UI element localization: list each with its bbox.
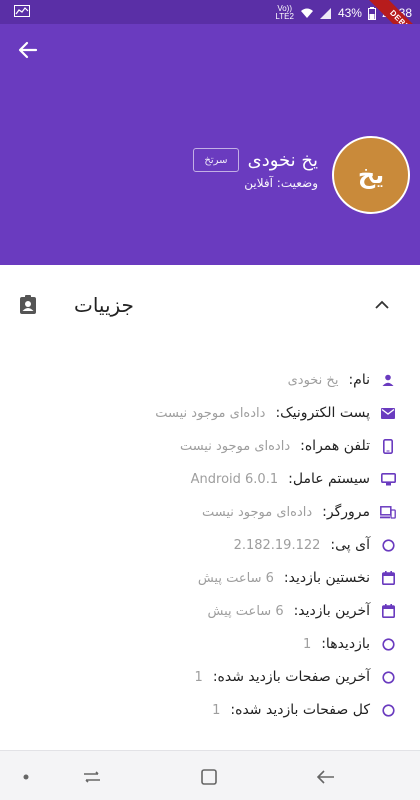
- circle-icon: [380, 702, 396, 718]
- home-square-icon: [201, 769, 217, 785]
- detail-row-browser: مرورگر: داده‌ای موجود نیست: [202, 501, 396, 523]
- user-name: یخ نخودی: [247, 150, 318, 171]
- activity-icon: [14, 5, 30, 17]
- person-icon: [380, 372, 396, 388]
- avatar: یخ: [332, 136, 410, 214]
- back-arrow-icon: [317, 770, 334, 784]
- detail-value: 1: [194, 669, 203, 685]
- detail-label: نام:: [348, 372, 370, 388]
- network-label: Vo)) LTE2: [275, 4, 294, 21]
- detail-value: داده‌ای موجود نیست: [155, 405, 266, 421]
- detail-label: نخستین بازدید:: [283, 570, 370, 586]
- back-button[interactable]: [12, 34, 44, 66]
- detail-row-email: پست الکترونیک: داده‌ای موجود نیست: [155, 402, 396, 424]
- detail-value: Android 6.0.1: [190, 471, 279, 487]
- arrow-back-icon: [18, 41, 38, 59]
- calendar-icon: [380, 603, 396, 619]
- detail-label: کل صفحات بازدید شده:: [230, 702, 370, 718]
- mail-icon: [380, 405, 396, 421]
- devices-icon: [380, 504, 396, 520]
- detail-row-last-pages: آخرین صفحات بازدید شده: 1: [195, 666, 396, 688]
- detail-row-phone: تلفن همراه: داده‌ای موجود نیست: [180, 435, 396, 457]
- collapse-button[interactable]: [370, 293, 394, 317]
- detail-label: بازدیدها:: [321, 636, 370, 652]
- user-status: وضعیت: آفلاین: [244, 176, 318, 190]
- battery-percent: 43%: [337, 6, 362, 20]
- detail-row-ip: آی پی: 2.182.19.122: [234, 534, 396, 556]
- detail-value: 1: [212, 702, 221, 718]
- signal-icon: [319, 7, 331, 19]
- detail-row-visits: بازدیدها: 1: [303, 633, 396, 655]
- detail-label: پست الکترونیک:: [275, 405, 370, 421]
- detail-value: 6 ساعت پیش: [197, 570, 274, 586]
- detail-value: 6 ساعت پیش: [207, 603, 284, 619]
- detail-label: آخرین بازدید:: [293, 603, 370, 619]
- nav-dot-button[interactable]: [12, 763, 40, 791]
- recent-apps-button[interactable]: [78, 763, 106, 791]
- calendar-icon: [380, 570, 396, 586]
- detail-label: آی پی:: [330, 537, 370, 553]
- contact-card-icon: [20, 295, 36, 314]
- detail-value: 2.182.19.122: [233, 537, 321, 553]
- detail-row-last-visit: آخرین بازدید: 6 ساعت پیش: [208, 600, 396, 622]
- detail-row-os: سیستم عامل: Android 6.0.1: [191, 468, 396, 490]
- circle-icon: [380, 636, 396, 652]
- circle-icon: [380, 537, 396, 553]
- chevron-up-icon: [375, 300, 389, 309]
- visitor-chip[interactable]: سرتخ: [193, 148, 239, 172]
- system-back-button[interactable]: [312, 763, 340, 791]
- detail-label: آخرین صفحات بازدید شده:: [212, 669, 370, 685]
- detail-value: یخ نخودی: [287, 372, 339, 388]
- recents-icon: [84, 771, 100, 783]
- detail-row-name: نام: یخ نخودی: [288, 369, 396, 391]
- detail-value: داده‌ای موجود نیست: [179, 438, 291, 454]
- detail-value: 1: [302, 636, 312, 652]
- detail-label: تلفن همراه:: [300, 438, 370, 454]
- details-card: جزییات نام: یخ نخودی پست الکترونیک: داده…: [0, 265, 420, 750]
- profile-header: سرتخ یخ نخودی وضعیت: آفلاین یخ: [0, 24, 420, 265]
- wifi-icon: [300, 8, 313, 18]
- phone-icon: [380, 438, 396, 454]
- detail-label: سیستم عامل:: [288, 471, 370, 487]
- system-nav-bar: [0, 750, 420, 800]
- status-bar: Vo)) LTE2 43% 21:38 DEBUG: [0, 0, 420, 57]
- dot-icon: [23, 774, 29, 780]
- card-title: جزییات: [74, 293, 134, 317]
- details-card-header[interactable]: جزییات: [0, 265, 420, 345]
- battery-icon: [367, 6, 376, 20]
- circle-icon: [380, 669, 396, 685]
- detail-label: مرورگر:: [322, 504, 370, 520]
- detail-value: داده‌ای موجود نیست: [201, 504, 313, 520]
- desktop-icon: [380, 471, 396, 487]
- detail-row-total-pages: کل صفحات بازدید شده: 1: [212, 699, 396, 721]
- detail-row-first-visit: نخستین بازدید: 6 ساعت پیش: [198, 567, 396, 589]
- home-button[interactable]: [195, 763, 223, 791]
